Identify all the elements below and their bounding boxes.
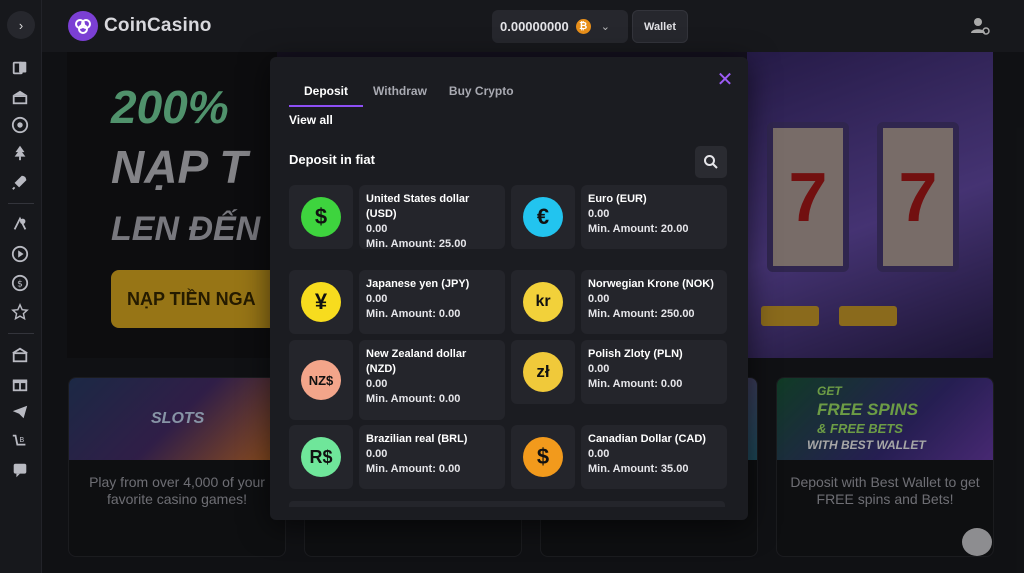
nz-dollar-icon: NZ$ (301, 360, 341, 400)
canadian-dollar-icon: $ (523, 437, 563, 477)
svg-text:$: $ (17, 280, 23, 290)
chip-icon[interactable] (10, 115, 30, 135)
currency-item-jpy[interactable]: ¥ Japanese yen (JPY) 0.00 Min. Amount: 0… (289, 270, 505, 334)
currency-min-amount: Min. Amount: 20.00 (588, 223, 689, 235)
dollar-icon: $ (301, 197, 341, 237)
wallet-tabs: Deposit Withdraw Buy Crypto (289, 79, 536, 107)
logo[interactable]: CoinCasino (68, 11, 212, 41)
view-all-link[interactable]: View all (289, 113, 333, 127)
currency-name: Japanese yen (JPY) (366, 278, 470, 290)
currency-balance: 0.00 (588, 448, 610, 460)
currency-info: United States dollar (USD) 0.00 Min. Amo… (359, 185, 505, 250)
currency-icon-box: € (511, 185, 575, 249)
sidebar-expand-button[interactable]: › (7, 11, 35, 39)
currency-info: New Zealand dollar (NZD) 0.00 Min. Amoun… (359, 340, 505, 420)
zloty-icon: zł (523, 352, 563, 392)
next-row-peek (289, 501, 725, 507)
currency-name: Norwegian Krone (NOK) (588, 278, 714, 290)
search-icon (704, 155, 718, 169)
currency-name: Polish Zloty (PLN) (588, 348, 683, 360)
euro-icon: € (523, 197, 563, 237)
currency-balance: 0.00 (366, 448, 388, 460)
close-icon[interactable]: ✕ (716, 70, 734, 90)
svg-text:B: B (19, 435, 24, 444)
currency-balance: 0.00 (366, 293, 388, 305)
search-button[interactable] (695, 146, 727, 178)
currency-name: New Zealand dollar (NZD) (366, 348, 467, 375)
currency-item-eur[interactable]: € Euro (EUR) 0.00 Min. Amount: 20.00 (511, 185, 727, 249)
casino-icon[interactable] (10, 345, 30, 365)
currency-info: Euro (EUR) 0.00 Min. Amount: 20.00 (581, 185, 727, 249)
star-icon[interactable] (10, 302, 30, 322)
support-chat-icon[interactable] (10, 460, 30, 480)
currency-min-amount: Min. Amount: 0.00 (366, 393, 461, 405)
play-icon[interactable] (10, 244, 30, 264)
currency-icon-box: kr (511, 270, 575, 334)
currency-min-amount: Min. Amount: 250.00 (588, 308, 695, 320)
currency-name: Brazilian real (BRL) (366, 433, 468, 445)
krone-icon: kr (523, 282, 563, 322)
tab-withdraw[interactable]: Withdraw (373, 79, 427, 107)
sidebar-divider (8, 333, 34, 334)
bitcoin-icon: ₿ (575, 19, 591, 34)
live-casino-icon[interactable] (10, 214, 30, 234)
currency-icon-box: R$ (289, 425, 353, 489)
yen-icon: ¥ (301, 282, 341, 322)
currency-item-pln[interactable]: zł Polish Zloty (PLN) 0.00 Min. Amount: … (511, 340, 727, 404)
tree-icon[interactable] (10, 143, 30, 163)
balance-value: 0.00000000 (500, 19, 569, 34)
currency-icon-box: $ (289, 185, 353, 249)
buy-crypto-icon[interactable]: B (10, 431, 30, 451)
currency-balance: 0.00 (588, 293, 610, 305)
currency-icon-box: zł (511, 340, 575, 404)
currency-info: Norwegian Krone (NOK) 0.00 Min. Amount: … (581, 270, 727, 334)
currency-item-cad[interactable]: $ Canadian Dollar (CAD) 0.00 Min. Amount… (511, 425, 727, 489)
currency-icon-box: $ (511, 425, 575, 489)
currency-balance: 0.00 (366, 223, 388, 235)
sidebar: › $ B (0, 0, 42, 573)
telegram-icon[interactable] (10, 402, 30, 422)
currency-name: Canadian Dollar (CAD) (588, 433, 706, 445)
currency-name: Euro (EUR) (588, 193, 647, 205)
top-header: CoinCasino 0.00000000 ₿ ⌄ Wallet (42, 0, 1024, 52)
app-page: › $ B CoinCasino 0.00000000 ₿ ⌄ Wallet 2… (0, 0, 1024, 573)
currency-info: Brazilian real (BRL) 0.00 Min. Amount: 0… (359, 425, 505, 489)
currency-balance: 0.00 (588, 208, 610, 220)
chevron-down-icon: ⌄ (600, 21, 610, 33)
currency-item-brl[interactable]: R$ Brazilian real (BRL) 0.00 Min. Amount… (289, 425, 505, 489)
currency-icon-box: NZ$ (289, 340, 353, 420)
gift-icon[interactable] (10, 374, 30, 394)
currency-balance: 0.00 (366, 378, 388, 390)
currency-info: Canadian Dollar (CAD) 0.00 Min. Amount: … (581, 425, 727, 489)
balance-selector[interactable]: 0.00000000 ₿ ⌄ (492, 10, 628, 43)
chevron-right-icon: › (18, 17, 24, 33)
user-settings-icon[interactable] (970, 16, 990, 36)
currency-min-amount: Min. Amount: 25.00 (366, 238, 467, 250)
currency-min-amount: Min. Amount: 0.00 (588, 378, 683, 390)
currency-item-usd[interactable]: $ United States dollar (USD) 0.00 Min. A… (289, 185, 505, 250)
sidebar-divider (8, 203, 34, 204)
currency-min-amount: Min. Amount: 0.00 (366, 308, 461, 320)
currency-min-amount: Min. Amount: 0.00 (366, 463, 461, 475)
cards-icon[interactable] (10, 58, 30, 78)
currency-icon-box: ¥ (289, 270, 353, 334)
tab-deposit[interactable]: Deposit (289, 79, 364, 107)
rocket-icon[interactable] (10, 172, 30, 192)
casino-building-icon[interactable] (10, 87, 30, 107)
section-title: Deposit in fiat (289, 152, 375, 167)
dollar-circle-icon[interactable]: $ (10, 273, 30, 293)
currency-item-nok[interactable]: kr Norwegian Krone (NOK) 0.00 Min. Amoun… (511, 270, 727, 334)
currency-balance: 0.00 (588, 363, 610, 375)
tab-buy-crypto[interactable]: Buy Crypto (449, 79, 514, 107)
wallet-modal: Deposit Withdraw Buy Crypto ✕ View all D… (270, 57, 748, 520)
currency-info: Polish Zloty (PLN) 0.00 Min. Amount: 0.0… (581, 340, 727, 404)
currency-name: United States dollar (USD) (366, 193, 470, 220)
wallet-button[interactable]: Wallet (632, 10, 688, 43)
currency-item-nzd[interactable]: NZ$ New Zealand dollar (NZD) 0.00 Min. A… (289, 340, 505, 420)
real-icon: R$ (301, 437, 341, 477)
currency-info: Japanese yen (JPY) 0.00 Min. Amount: 0.0… (359, 270, 505, 334)
logo-text: CoinCasino (104, 15, 212, 36)
coincasino-logo-icon (68, 11, 98, 41)
currency-min-amount: Min. Amount: 35.00 (588, 463, 689, 475)
